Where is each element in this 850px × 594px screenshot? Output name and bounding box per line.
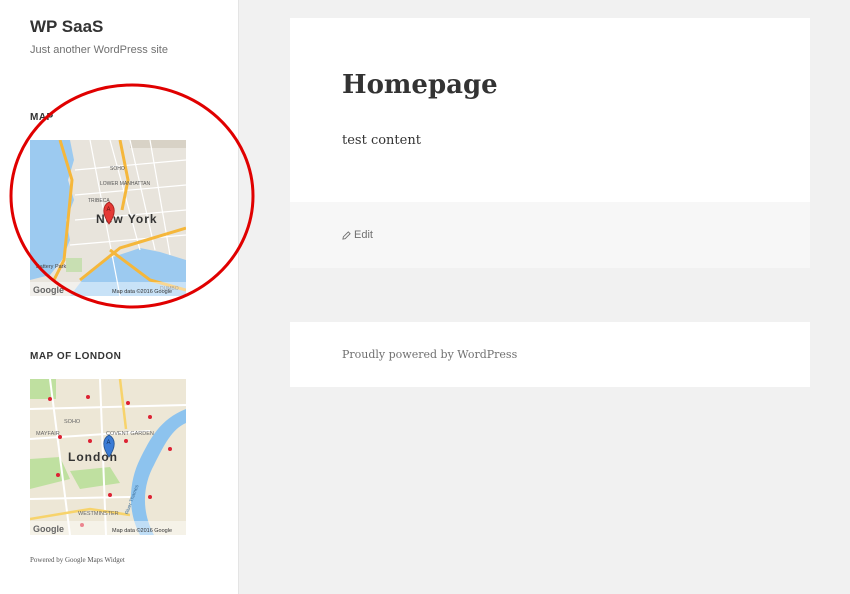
svg-text:A: A — [107, 207, 111, 213]
svg-text:SOHO: SOHO — [110, 166, 125, 172]
pencil-icon — [342, 230, 351, 240]
sidebar-powered-by[interactable]: Powered by Google Maps Widget — [30, 556, 125, 564]
edit-label: Edit — [354, 229, 373, 241]
edit-link[interactable]: Edit — [342, 229, 373, 241]
footer-powered-by-link[interactable]: Proudly powered by WordPress — [342, 348, 517, 361]
sidebar: WP SaaS Just another WordPress site MAP — [0, 0, 238, 594]
svg-text:COVENT GARDEN: COVENT GARDEN — [106, 431, 154, 437]
svg-text:Battery Park: Battery Park — [36, 264, 67, 270]
svg-text:A: A — [107, 440, 111, 446]
page-title: Homepage — [342, 70, 498, 100]
google-logo: Google — [33, 524, 64, 534]
site-title[interactable]: WP SaaS — [30, 17, 103, 37]
svg-text:SOHO: SOHO — [64, 419, 81, 425]
svg-text:MAYFAIR: MAYFAIR — [36, 431, 60, 437]
widget-title-map-of-london: MAP OF LONDON — [30, 351, 122, 362]
post-card: Homepage test content Edit — [290, 18, 810, 268]
london-map[interactable]: SOHO MAYFAIR COVENT GARDEN WESTMINSTER R… — [30, 379, 186, 535]
new-york-map[interactable]: SOHO LOWER MANHATTAN TRIBECA Battery Par… — [30, 140, 186, 296]
map-attribution: Map data ©2016 Google — [112, 288, 172, 295]
google-logo: Google — [33, 285, 64, 295]
widget-title-map: MAP — [30, 112, 54, 123]
svg-text:WESTMINSTER: WESTMINSTER — [78, 511, 119, 517]
site-tagline: Just another WordPress site — [30, 44, 168, 56]
site-footer: Proudly powered by WordPress — [290, 322, 810, 387]
svg-text:LOWER MANHATTAN: LOWER MANHATTAN — [100, 181, 150, 187]
map-attribution: Map data ©2016 Google — [112, 527, 172, 534]
page-content: test content — [342, 133, 421, 148]
post-footer: Edit — [290, 202, 810, 268]
